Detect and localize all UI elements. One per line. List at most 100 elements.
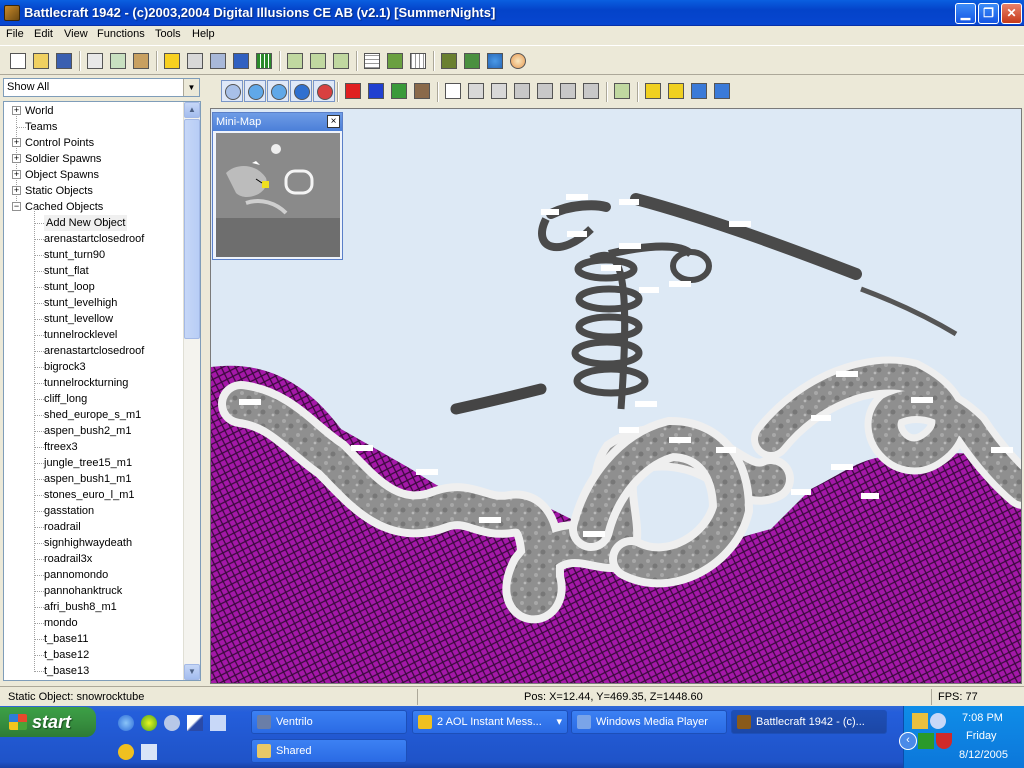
scroll-down-button[interactable]: ▼ [184,664,200,680]
cached-object-item[interactable]: t_base13 [44,663,89,679]
copy-button[interactable] [107,50,129,72]
cached-object-item[interactable]: cliff_long [44,391,87,407]
menu-edit[interactable]: Edit [34,28,53,40]
grid-view2-button[interactable] [407,50,429,72]
cached-object-item[interactable]: bigrock3 [44,359,86,375]
lock-button[interactable] [642,80,664,102]
tray-app-icon[interactable] [912,713,928,729]
cached-object-item[interactable]: tunnelrocklevel [44,327,117,343]
rock-button[interactable] [411,80,433,102]
cached-object-item[interactable]: roadrail3x [44,551,92,567]
cached-object-item[interactable]: jungle_tree15_m1 [44,455,132,471]
tree-item-cached-objects[interactable]: Cached Objects [25,199,103,215]
tray-headset-icon[interactable] [930,713,946,729]
tree-item-control-points[interactable]: Control Points [25,135,94,151]
task-battlecraft-1942[interactable]: Battlecraft 1942 - (c)... [731,710,887,734]
cached-object-item[interactable]: arenastartclosedroof [44,231,144,247]
tree-item-object-spawns[interactable]: Object Spawns [25,167,99,183]
cached-object-item[interactable]: stones_euro_l_m1 [44,487,135,503]
camera-button[interactable] [267,80,289,102]
globe-button[interactable] [484,50,506,72]
media-icon[interactable] [141,715,157,731]
cached-object-item[interactable]: afri_bush8_m1 [44,599,117,615]
cached-object-item[interactable]: gasstation [44,503,94,519]
network-icon[interactable] [187,715,203,731]
tray-network-icon[interactable] [918,733,934,749]
expand-toggle[interactable]: + [12,154,21,163]
internet-explorer-icon[interactable] [118,715,134,731]
palette-button[interactable] [507,50,529,72]
chevron-down-icon[interactable]: ▼ [183,79,199,96]
cached-object-item[interactable]: aspen_bush1_m1 [44,471,131,487]
task-aol-instant-messenger[interactable]: 2 AOL Instant Mess... ▾ [412,710,568,734]
cached-object-item[interactable]: stunt_levelhigh [44,295,117,311]
cached-object-item[interactable]: pannohanktruck [44,583,122,599]
rotate-x-button[interactable] [511,80,533,102]
aim-icon[interactable] [118,744,134,760]
open-button[interactable] [30,50,52,72]
scroll-up-button[interactable]: ▲ [184,102,200,118]
tree-item-soldier-spawns[interactable]: Soldier Spawns [25,151,101,167]
new-file-button[interactable] [7,50,29,72]
export-button[interactable] [284,50,306,72]
cursor-button[interactable] [442,80,464,102]
rotate-z-button[interactable] [557,80,579,102]
task-windows-media-player[interactable]: Windows Media Player [571,710,727,734]
import-button[interactable] [307,50,329,72]
cached-object-item[interactable]: stunt_loop [44,279,95,295]
rotate-y-button[interactable] [534,80,556,102]
minimap-image[interactable] [216,133,340,257]
cached-object-item[interactable]: stunt_levellow [44,311,113,327]
cached-object-item[interactable]: stunt_turn90 [44,247,105,263]
expand-toggle[interactable]: + [12,106,21,115]
lock2-button[interactable] [665,80,687,102]
menu-view[interactable]: View [64,28,88,40]
blue-cube-button[interactable] [365,80,387,102]
tree-item-teams[interactable]: Teams [25,119,57,135]
save-button[interactable] [53,50,75,72]
target-button[interactable] [688,80,710,102]
cut-button[interactable] [84,50,106,72]
clock-time[interactable]: 7:08 PM [962,712,1003,724]
minimize-button[interactable]: ▁ [955,3,976,24]
security-shield-icon[interactable] [936,733,952,749]
minimap-titlebar[interactable]: Mini-Map × [213,113,342,131]
export-button[interactable] [611,80,633,102]
person-button[interactable] [230,50,252,72]
add-new-object-item[interactable]: Add New Object [44,215,128,231]
settings-button[interactable] [711,80,733,102]
menu-help[interactable]: Help [192,28,215,40]
cached-object-item[interactable]: ftreex3 [44,439,78,455]
desktop-icon[interactable] [141,744,157,760]
scroll-thumb[interactable] [184,119,200,339]
globe-button[interactable] [244,80,266,102]
tree-item-static-objects[interactable]: Static Objects [25,183,93,199]
burst-button[interactable] [161,50,183,72]
cached-object-item[interactable]: aspen_bush2_m1 [44,423,131,439]
close-button[interactable]: ✕ [1001,3,1022,24]
restore-button[interactable]: ❐ [978,3,999,24]
move-button[interactable] [465,80,487,102]
menu-file[interactable]: File [6,28,24,40]
window-titlebar[interactable]: Battlecraft 1942 - (c)2003,2004 Digital … [0,0,1024,26]
expand-toggle[interactable]: + [12,170,21,179]
texture-button[interactable] [384,50,406,72]
people-button[interactable] [438,50,460,72]
tree-item-world[interactable]: World [25,103,54,119]
cached-object-item[interactable]: arenastartclosedroof [44,343,144,359]
dot-button[interactable] [290,80,312,102]
grid-button[interactable] [253,50,275,72]
red-cube-button[interactable] [342,80,364,102]
cached-object-item[interactable]: mondo [44,615,78,631]
cached-object-item[interactable]: signhighwaydeath [44,535,132,551]
window-button[interactable] [184,50,206,72]
minimap-window[interactable]: Mini-Map × [212,112,343,260]
flag-button[interactable] [313,80,335,102]
home-button[interactable] [221,80,243,102]
expand-toggle[interactable]: + [12,138,21,147]
tray-expand-icon[interactable]: ‹ [899,732,917,750]
cached-object-item[interactable]: pannomondo [44,567,108,583]
cached-object-item[interactable]: stunt_flat [44,263,89,279]
messenger-icon[interactable] [210,715,226,731]
object-tree[interactable]: ▲ ▼ + World Teams + Control Points + Soldier S… [3,101,201,681]
